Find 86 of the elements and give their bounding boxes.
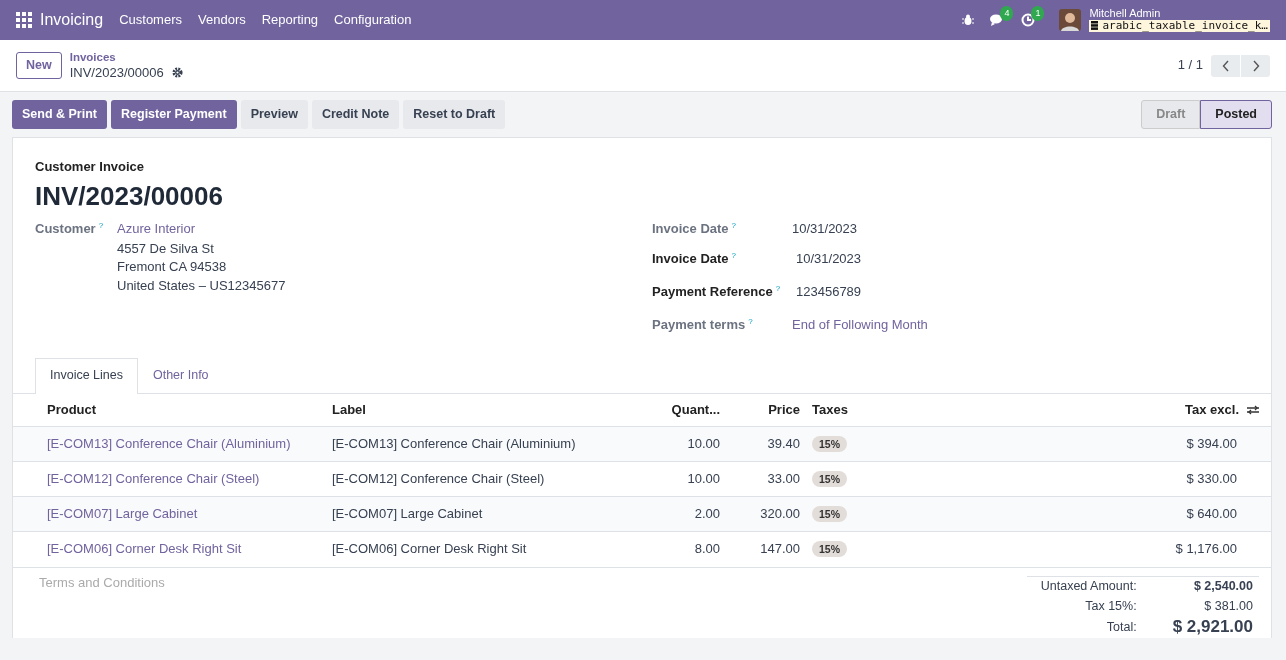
tax-tag: 15%: [812, 506, 847, 523]
breadcrumb-link[interactable]: Invoices: [69, 50, 183, 65]
invoice-type: Customer Invoice: [35, 158, 146, 176]
column-header[interactable]: Tax excl.: [1185, 401, 1239, 417]
help-icon[interactable]: ?: [731, 221, 737, 231]
total-label: Untaxed Amount:: [1040, 579, 1137, 594]
table-cell: $ 640.00: [1186, 506, 1237, 522]
count-badge: 4: [1000, 5, 1014, 21]
total-label: Total:: [1106, 619, 1137, 634]
product-link[interactable]: [E-COM06] Corner Desk Right Sit: [47, 541, 242, 557]
menu-item[interactable]: Vendors: [198, 10, 246, 30]
table-cell: [E-COM13] Conference Chair (Aluminium): [332, 435, 576, 451]
chevron-right-icon: [1251, 59, 1260, 72]
record-name: INV/2023/00006: [69, 64, 164, 81]
menu-item[interactable]: Customers: [119, 10, 182, 30]
field-value: 123456789: [796, 283, 862, 302]
tax-tag: 15%: [812, 435, 847, 452]
clock-icon[interactable]: [1021, 13, 1036, 28]
new-button[interactable]: New: [16, 51, 62, 80]
action-button[interactable]: Send & Print: [12, 100, 107, 129]
invoice-number: INV/2023/00006: [35, 180, 224, 213]
column-header[interactable]: Price: [768, 401, 800, 417]
table-cell: [E-COM06] Corner Desk Right Sit: [332, 541, 527, 557]
field-value: 10/31/2023: [796, 250, 862, 269]
column-header[interactable]: Product: [47, 401, 97, 417]
table-cell: 8.00: [694, 541, 720, 557]
action-button[interactable]: Register Payment: [111, 100, 237, 129]
bug-icon[interactable]: [962, 14, 975, 26]
tax-tag: 15%: [812, 471, 847, 488]
table-cell: [E-COM12] Conference Chair (Steel): [332, 471, 545, 487]
table-cell: [E-COM07] Large Cabinet: [332, 506, 483, 522]
settings-icon[interactable]: [171, 66, 183, 78]
column-header[interactable]: Taxes: [812, 401, 848, 417]
chevron-left-icon: [1221, 59, 1230, 72]
tax-tag: 15%: [812, 541, 847, 558]
table-cell: $ 1,176.00: [1175, 541, 1237, 557]
field-label: Payment Reference: [652, 284, 773, 300]
field-label: Invoice Date: [652, 251, 729, 267]
address-line: 4557 De Silva St: [117, 239, 215, 258]
pager-value: 1 / 1: [1177, 56, 1203, 75]
column-header[interactable]: Label: [332, 401, 366, 417]
field-label: Payment terms: [652, 317, 746, 333]
field-label: Customer: [35, 221, 96, 237]
column-header[interactable]: Quant...: [671, 401, 720, 417]
action-button[interactable]: Reset to Draft: [403, 100, 506, 129]
help-icon[interactable]: ?: [748, 317, 753, 327]
table-cell: 10.00: [687, 435, 720, 451]
avatar-icon[interactable]: [1059, 9, 1082, 31]
action-button[interactable]: Credit Note: [311, 100, 400, 129]
database-name: arabic_taxable_invoice_k…: [1089, 20, 1270, 32]
table-cell: 39.40: [767, 435, 800, 451]
table-cell: 320.00: [760, 506, 800, 522]
menu-item[interactable]: Configuration: [334, 10, 412, 30]
total-value: $ 2,921.00: [1172, 616, 1253, 636]
apps-menu-icon[interactable]: [16, 12, 32, 28]
table-cell: 147.00: [760, 541, 800, 557]
total-value: $ 381.00: [1204, 599, 1253, 614]
previous-button[interactable]: [1211, 54, 1240, 77]
menu-item[interactable]: Reporting: [261, 10, 319, 30]
help-icon[interactable]: ?: [731, 251, 737, 261]
table-cell: 33.00: [767, 471, 800, 487]
app-name[interactable]: Invoicing: [40, 8, 104, 32]
help-icon[interactable]: ?: [775, 284, 781, 294]
field-link[interactable]: End of Following Month: [792, 316, 928, 347]
product-link[interactable]: [E-COM12] Conference Chair (Steel): [47, 471, 260, 487]
table-cell: 2.00: [694, 506, 720, 522]
action-button[interactable]: Preview: [240, 100, 308, 129]
status-step[interactable]: Posted: [1200, 100, 1272, 129]
customer-link[interactable]: Azure Interior: [117, 220, 286, 239]
field-label: Invoice Date: [652, 221, 729, 237]
table-cell: $ 330.00: [1186, 471, 1237, 487]
help-icon[interactable]: ?: [98, 221, 104, 231]
database-icon: [1091, 21, 1099, 31]
next-button[interactable]: [1241, 54, 1270, 77]
total-label: Tax 15%:: [1085, 599, 1137, 614]
address-line: United States – US12345677: [117, 276, 286, 295]
tab[interactable]: Other Info: [137, 358, 224, 393]
count-badge: 1: [1031, 5, 1045, 21]
address-line: Fremont CA 94538: [117, 258, 228, 277]
status-step[interactable]: Draft: [1141, 100, 1201, 129]
total-value: $ 2,540.00: [1193, 579, 1253, 594]
table-cell: 10.00: [687, 471, 720, 487]
table-cell: $ 394.00: [1186, 435, 1237, 451]
user-name[interactable]: Mitchell Admin: [1089, 8, 1270, 20]
field-value: 10/31/2023: [792, 220, 858, 239]
tab[interactable]: Invoice Lines: [35, 358, 138, 394]
